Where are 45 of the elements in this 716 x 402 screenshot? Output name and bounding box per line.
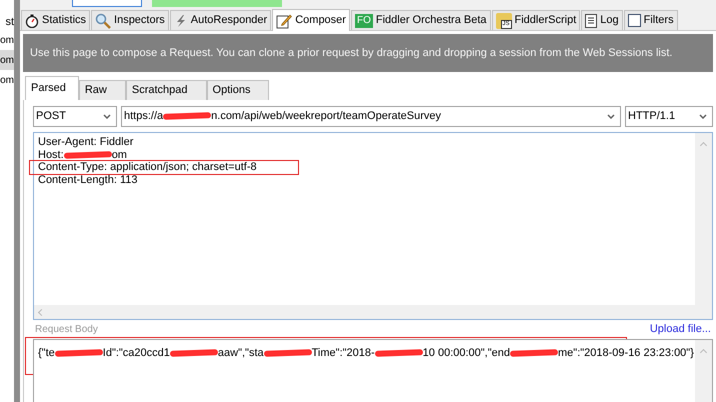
vertical-scrollbar[interactable] [695,340,712,402]
checkbox-icon [628,14,641,27]
upload-file-link[interactable]: Upload file... [650,320,713,337]
header-line: Host: om [38,148,127,161]
redaction-mark [64,150,112,158]
fo-badge-icon: FO [354,14,373,28]
stopwatch-icon [25,14,39,28]
tab[interactable]: FO Fiddler Orchestra Beta [350,10,491,30]
vertical-scrollbar[interactable] [695,133,712,319]
header-line: User-Agent: Fiddler [38,136,134,148]
header-line: Content-Length: 113 [38,174,138,186]
request-body-text: {"te Id":"ca20ccd1 aaw","sta Time":"2018- 10 00:00:00","end me":"2018-09-16 23:23:00"} [38,346,695,361]
redaction-mark [163,112,212,120]
tab[interactable]: Raw [78,80,126,100]
request-body-label: Request Body [34,323,98,337]
redaction-mark [374,349,423,357]
tab[interactable]: Statistics [21,10,90,30]
redaction-mark [54,349,103,357]
tab[interactable]: Composer [272,9,350,31]
document-icon [585,14,598,28]
tab[interactable]: Scratchpad [126,80,207,100]
url-dropdown[interactable]: https://a n.com/api/web/weekreport/teamOperateSurvey [121,106,621,127]
redaction-mark [170,349,218,357]
horizontal-scrollbar[interactable] [34,305,695,319]
session-row[interactable]: om [0,50,14,70]
version-dropdown[interactable]: HTTP/1.1 [625,106,713,127]
tab[interactable]: Parsed [25,76,79,100]
chevron-icon [607,114,615,119]
chevron-icon [699,114,707,119]
info-banner: Use this page to compose a Request. You can clone a prior request by dragging and dropping a session from the Web Sessions list. [23,34,713,72]
column-header: st [5,14,14,30]
tab[interactable]: Filters [624,10,678,30]
redaction-mark [264,349,312,357]
tab[interactable]: Log [581,10,623,30]
body-text-area[interactable]: {"te Id":"ca20ccd1 aaw","sta Time":"2018- 10 00:00:00","end me":"2018-09-16 23:23:00"} [33,339,713,402]
method-dropdown[interactable]: POST [33,106,117,127]
redaction-mark [510,349,558,357]
tab[interactable]: AutoResponder [170,10,272,30]
pencil-icon [276,12,292,28]
magnifier-icon [95,12,112,28]
chevron-icon [103,114,111,119]
tab[interactable]: Options [206,80,270,100]
url-text: https://a n.com/api/web/weekreport/teamOperateSurvey [124,110,442,122]
tab[interactable]: Inspectors [91,10,169,30]
toolbar-control[interactable] [72,0,142,7]
